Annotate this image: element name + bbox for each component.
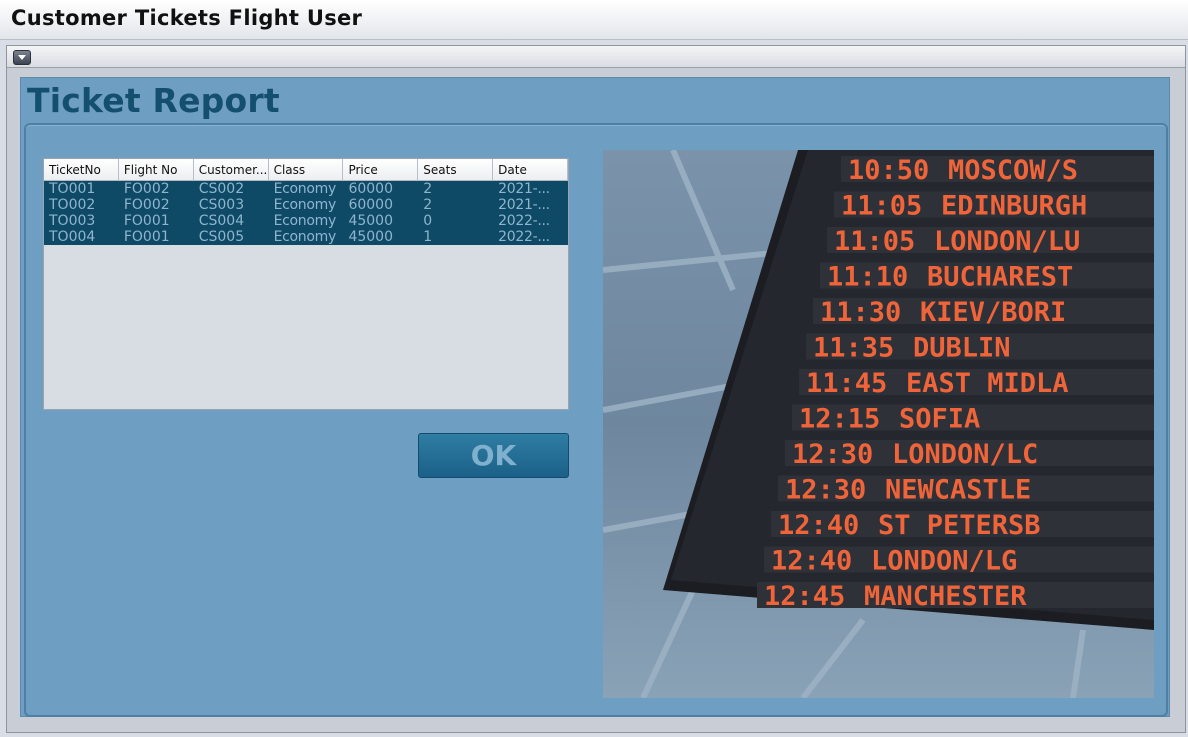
board-destination: EAST MIDLA: [906, 368, 1069, 399]
table-row[interactable]: TO001 FO002 CS002 Economy 60000 2 2021-.…: [44, 181, 568, 197]
chevron-down-icon[interactable]: [13, 50, 31, 65]
column-header[interactable]: Flight No: [119, 159, 194, 181]
board-time: 12:30: [785, 475, 866, 506]
table-cell: TO001: [49, 181, 96, 197]
table-cell: Economy: [273, 213, 337, 229]
table-cell: Economy: [273, 181, 337, 197]
table-cell: Economy: [273, 197, 337, 213]
table-cell: 2022-...: [498, 229, 550, 245]
page-title: Ticket Report: [27, 81, 280, 120]
report-panel: TicketNo Flight No Customer... Class Pri…: [24, 123, 1168, 717]
board-destination: LONDON/LU: [934, 226, 1080, 257]
board-destination: SOFIA: [899, 404, 980, 435]
table-cell: CS004: [198, 213, 245, 229]
departure-board-image: 10:50 MOSCOW/S 11:05 EDINBURGH 11:05 LONDON/L…: [603, 150, 1154, 698]
table-cell: CS005: [198, 229, 245, 245]
table-cell: 45000: [348, 213, 393, 229]
frame-toolbar: [7, 46, 1185, 68]
table-cell: 45000: [348, 229, 393, 245]
board-time: 12:40: [771, 546, 852, 577]
table-cell: CS002: [198, 181, 245, 197]
column-header[interactable]: Customer...: [194, 159, 269, 181]
table-cell: TO002: [49, 197, 96, 213]
table-cell: TO003: [49, 213, 96, 229]
table-cell: 2021-...: [498, 197, 550, 213]
table-cell: FO001: [123, 229, 170, 245]
board-destination: EDINBURGH: [941, 191, 1087, 222]
table-cell: 2: [423, 197, 433, 213]
table-cell: Economy: [273, 229, 337, 245]
table-cell: 2022-...: [498, 213, 550, 229]
table-cell: FO002: [123, 197, 170, 213]
table-header: TicketNo Flight No Customer... Class Pri…: [44, 159, 569, 181]
table-body: TO001 FO002 CS002 Economy 60000 2 2021-.…: [44, 181, 568, 245]
departure-board-illustration: 10:50 MOSCOW/S 11:05 EDINBURGH 11:05 LONDON/L…: [603, 150, 1154, 698]
table-cell: 1: [423, 229, 433, 245]
board-destination: LONDON/LC: [892, 439, 1038, 470]
table-cell: FO001: [123, 213, 170, 229]
column-header[interactable]: Date: [493, 159, 569, 181]
table-cell: CS003: [198, 197, 245, 213]
board-time: 10:50: [848, 155, 929, 186]
internal-frame: Ticket Report TicketNo Flight No Custome…: [6, 45, 1186, 733]
table-cell: 2: [423, 181, 433, 197]
table-row[interactable]: TO004 FO001 CS005 Economy 45000 1 2022-.…: [44, 229, 568, 245]
table-row[interactable]: TO002 FO002 CS003 Economy 60000 2 2021-.…: [44, 197, 568, 213]
table-cell: TO004: [49, 229, 96, 245]
board-time: 12:15: [799, 404, 880, 435]
board-time: 11:30: [820, 297, 901, 328]
board-time: 12:40: [778, 510, 859, 541]
board-time: 12:45: [764, 581, 845, 612]
board-destination: KIEV/BORI: [920, 297, 1066, 328]
table-cell: 60000: [348, 197, 393, 213]
ok-button[interactable]: OK: [418, 433, 569, 478]
board-destination: MANCHESTER: [864, 581, 1027, 612]
table-cell: 0: [423, 213, 433, 229]
table-cell: FO002: [123, 181, 170, 197]
column-header[interactable]: TicketNo: [44, 159, 119, 181]
board-time: 11:45: [806, 368, 887, 399]
board-destination: ST PETERSB: [878, 510, 1041, 541]
window-titlebar: Customer Tickets Flight User: [0, 0, 1188, 40]
content-area: Ticket Report TicketNo Flight No Custome…: [20, 77, 1170, 717]
board-time: 12:30: [792, 439, 873, 470]
board-time: 11:05: [841, 191, 922, 222]
window-title: Customer Tickets Flight User: [11, 6, 363, 30]
column-header[interactable]: Seats: [418, 159, 494, 181]
column-header[interactable]: Class: [269, 159, 344, 181]
board-destination: MOSCOW/S: [948, 155, 1078, 186]
board-time: 11:05: [834, 226, 915, 257]
board-destination: DUBLIN: [913, 333, 1011, 364]
column-header[interactable]: Price: [343, 159, 419, 181]
tickets-table[interactable]: TicketNo Flight No Customer... Class Pri…: [43, 158, 569, 410]
board-time: 11:10: [827, 262, 908, 293]
table-cell: 60000: [348, 181, 393, 197]
board-destination: LONDON/LG: [871, 546, 1017, 577]
board-destination: BUCHAREST: [927, 262, 1073, 293]
table-row[interactable]: TO003 FO001 CS004 Economy 45000 0 2022-.…: [44, 213, 568, 229]
board-time: 11:35: [813, 333, 894, 364]
table-cell: 2021-...: [498, 181, 550, 197]
board-destination: NEWCASTLE: [885, 475, 1031, 506]
